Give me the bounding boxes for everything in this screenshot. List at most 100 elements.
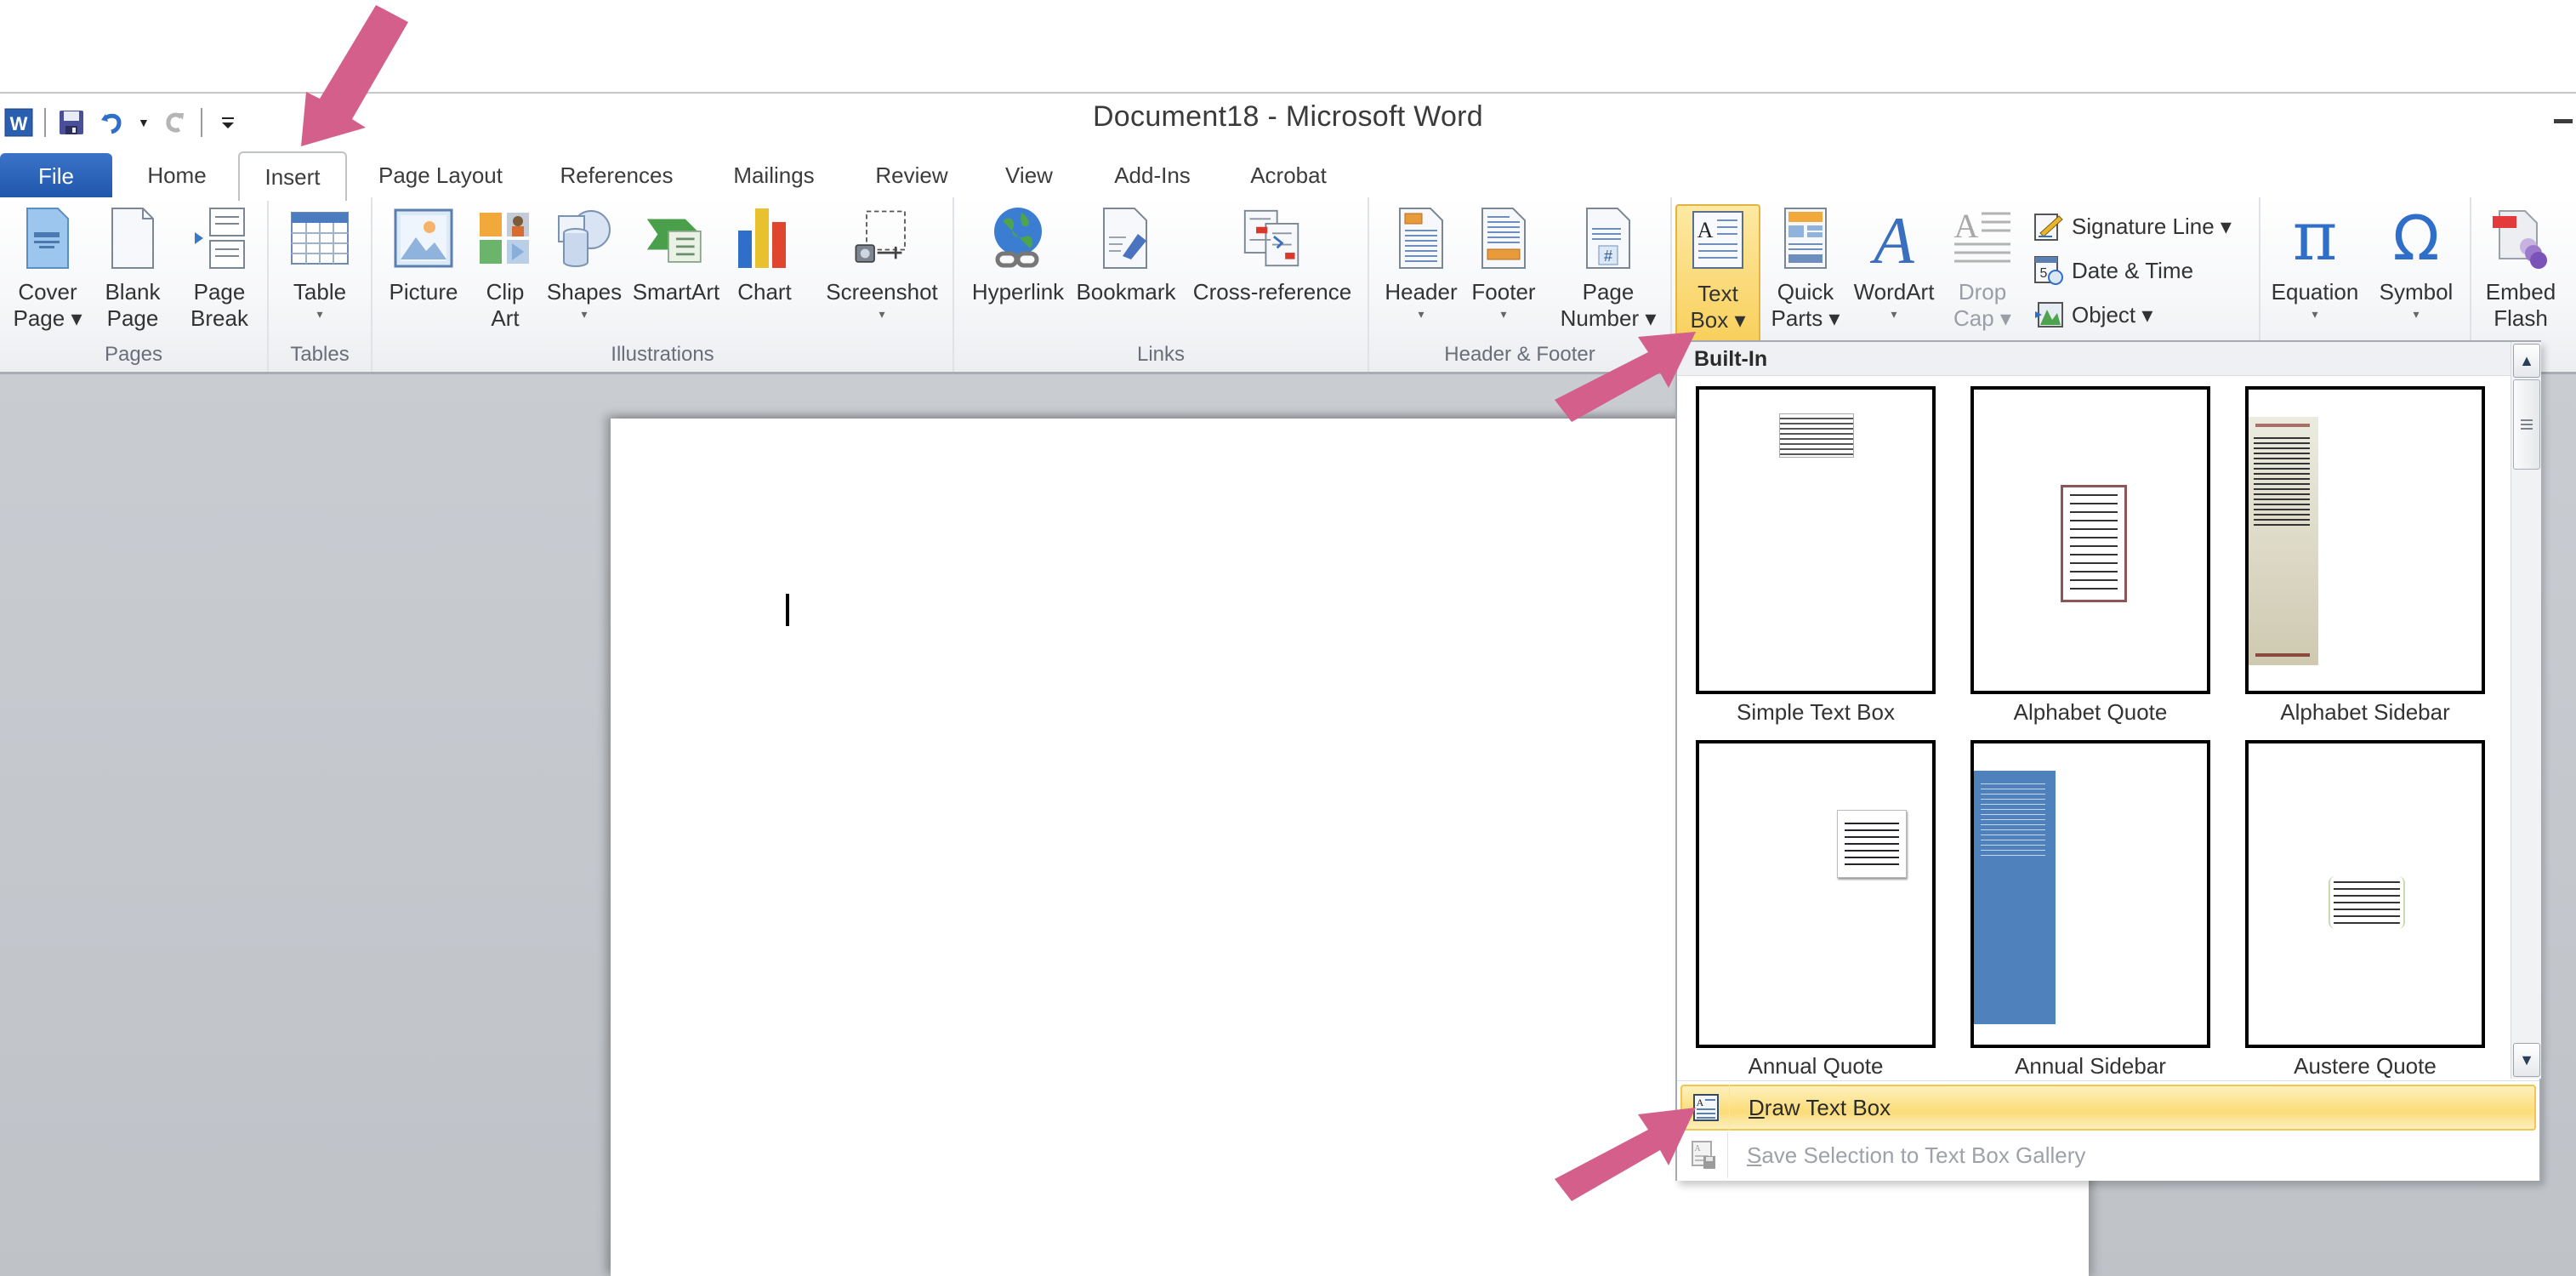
tab-view[interactable]: View: [988, 151, 1070, 199]
group-illustrations: Picture Clip Art Shapes ▾ SmartArt Chart…: [372, 197, 954, 372]
shapes-label: Shapes: [546, 279, 623, 305]
gallery-item-annual-quote[interactable]: [1696, 740, 1936, 1048]
quick-parts-icon: [1775, 204, 1836, 272]
gallery-scrollbar[interactable]: ▲ ▼: [2511, 342, 2541, 1079]
tab-page-layout[interactable]: Page Layout: [364, 151, 517, 199]
gallery-item-alphabet-sidebar[interactable]: [2245, 386, 2485, 694]
accelerator-key: S: [1747, 1142, 1762, 1168]
menu-label-text: raw Text Box: [1764, 1094, 1891, 1120]
tab-references[interactable]: References: [544, 151, 689, 199]
table-button[interactable]: Table ▾: [279, 204, 361, 322]
symbol-button[interactable]: Ω Symbol ▾: [2369, 204, 2463, 322]
text-box-button[interactable]: A Text Box ▾: [1675, 204, 1760, 347]
signature-line-button[interactable]: Signature Line ▾: [2033, 208, 2232, 245]
embed-flash-button[interactable]: Embed Flash: [2476, 204, 2565, 332]
minimize-button[interactable]: [2542, 109, 2576, 134]
gallery-label: Annual Sidebar: [2015, 1053, 2166, 1079]
undo-icon[interactable]: [97, 107, 128, 138]
svg-text:A: A: [1694, 1144, 1701, 1154]
tab-add-ins[interactable]: Add-Ins: [1097, 151, 1208, 199]
tab-acrobat[interactable]: Acrobat: [1233, 151, 1344, 199]
tab-file[interactable]: File: [0, 153, 112, 199]
blank-page-label-2: Page: [106, 305, 159, 331]
chart-button[interactable]: Chart: [730, 204, 799, 305]
date-time-icon: 5: [2033, 254, 2065, 287]
thumbnail-preview: [2061, 485, 2127, 602]
clip-art-button[interactable]: Clip Art: [473, 204, 537, 332]
gallery-item-austere-quote[interactable]: [2245, 740, 2485, 1048]
symbol-icon: Ω: [2386, 204, 2447, 272]
save-selection-menu-item[interactable]: A Save Selection to Text Box Gallery: [1680, 1132, 2536, 1178]
svg-text:5: 5: [2040, 266, 2048, 281]
blank-page-icon: [102, 204, 163, 272]
screenshot-button[interactable]: Screenshot ▾: [822, 204, 942, 322]
gallery-item-annual-sidebar[interactable]: [1970, 740, 2210, 1048]
table-icon: [289, 204, 350, 272]
undo-dropdown-icon[interactable]: ▼: [138, 116, 150, 129]
tab-mailings[interactable]: Mailings: [714, 151, 833, 199]
text-cursor: [786, 594, 789, 626]
shapes-icon: [554, 204, 615, 272]
date-time-label: Date & Time: [2072, 257, 2194, 283]
cover-page-button[interactable]: Cover Page ▾: [7, 204, 88, 332]
wordart-dropdown-caret: ▾: [1891, 307, 1897, 321]
thumbnail-preview: [2249, 417, 2318, 665]
equation-button[interactable]: π Equation ▾: [2262, 204, 2368, 322]
hyperlink-button[interactable]: Hyperlink: [968, 204, 1068, 305]
drop-cap-button[interactable]: A Drop Cap ▾: [1944, 204, 2021, 332]
tab-review[interactable]: Review: [859, 151, 964, 199]
shapes-button[interactable]: Shapes ▾: [543, 204, 626, 322]
group-header-footer: Header ▾ Footer ▾ # Page Number ▾ Header…: [1369, 197, 1672, 372]
scroll-thumb[interactable]: [2513, 379, 2540, 470]
quick-parts-label: Quick: [1777, 279, 1834, 305]
header-button[interactable]: Header ▾: [1378, 204, 1464, 322]
menu-label-text: ave Selection to Text Box Gallery: [1761, 1142, 2086, 1168]
object-label: Object ▾: [2072, 301, 2153, 328]
blank-page-button[interactable]: Blank Page: [94, 204, 172, 332]
gallery-menu: A Draw Text Box A Save Selection to Text…: [1677, 1080, 2539, 1181]
customize-qat-icon[interactable]: [213, 107, 243, 138]
redo-icon[interactable]: [160, 107, 190, 138]
page-break-button[interactable]: Page Break: [177, 204, 262, 332]
word-app-icon[interactable]: W: [3, 107, 34, 138]
draw-text-box-menu-item[interactable]: A Draw Text Box: [1680, 1085, 2536, 1131]
page-number-button[interactable]: # Page Number ▾: [1550, 204, 1667, 332]
tab-home[interactable]: Home: [128, 151, 226, 199]
thumbnail-preview: [2329, 876, 2405, 929]
tab-insert[interactable]: Insert: [238, 151, 347, 201]
wordart-button[interactable]: A WordArt ▾: [1847, 204, 1941, 322]
group-label-illustrations: Illustrations: [611, 343, 714, 366]
scroll-up-button[interactable]: ▲: [2513, 344, 2540, 378]
footer-button[interactable]: Footer ▾: [1464, 204, 1543, 322]
bookmark-button[interactable]: Bookmark: [1073, 204, 1179, 305]
draw-text-box-label: Draw Text Box: [1730, 1095, 1891, 1121]
table-label: Table: [293, 279, 347, 305]
save-selection-label: Save Selection to Text Box Gallery: [1728, 1142, 2085, 1169]
group-links: Hyperlink Bookmark Cross-reference Links: [954, 197, 1369, 372]
picture-icon: [393, 204, 454, 272]
thumbnail-preview: [1837, 810, 1907, 878]
object-button[interactable]: Object ▾: [2033, 296, 2152, 333]
gallery-item-alphabet-quote[interactable]: [1970, 386, 2210, 694]
bookmark-icon: [1095, 204, 1157, 272]
scroll-down-button[interactable]: ▼: [2513, 1043, 2540, 1077]
text-box-icon: A: [1687, 206, 1749, 274]
group-label-pages: Pages: [104, 343, 163, 366]
hyperlink-label: Hyperlink: [971, 279, 1065, 305]
picture-button[interactable]: Picture: [381, 204, 466, 305]
save-icon[interactable]: [56, 107, 87, 138]
smartart-button[interactable]: SmartArt: [628, 204, 725, 305]
date-time-button[interactable]: 5 Date & Time: [2033, 252, 2193, 289]
header-dropdown-caret: ▾: [1418, 307, 1424, 321]
gallery-label: Alphabet Quote: [2013, 699, 2168, 725]
window-title: Document18 - Microsoft Word: [1092, 100, 1484, 133]
svg-text:A: A: [1869, 207, 1914, 270]
cross-reference-button[interactable]: Cross-reference: [1184, 204, 1361, 305]
gallery-item-simple-text-box[interactable]: [1696, 386, 1936, 694]
thumbnail-preview: [1974, 771, 2056, 1024]
text-box-label: Text: [1697, 281, 1738, 306]
clip-art-label: Clip: [486, 279, 525, 305]
smartart-icon: [645, 204, 707, 272]
quick-parts-button[interactable]: Quick Parts ▾: [1766, 204, 1845, 332]
text-box-label-2: Box ▾: [1690, 307, 1746, 333]
